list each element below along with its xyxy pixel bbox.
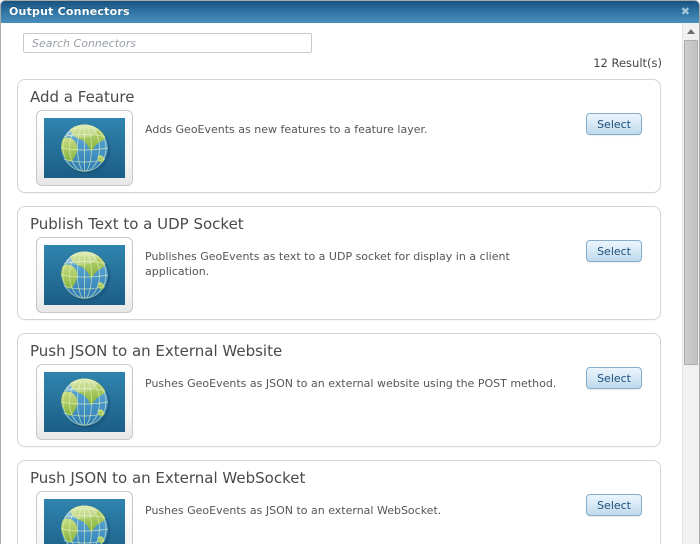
connector-title: Publish Text to a UDP Socket bbox=[30, 215, 244, 233]
scrollbar-track[interactable] bbox=[682, 23, 699, 544]
scrollbar-thumb[interactable] bbox=[684, 40, 698, 365]
globe-icon bbox=[44, 245, 125, 305]
select-button[interactable]: Select bbox=[586, 113, 642, 135]
search-input[interactable] bbox=[23, 33, 312, 53]
select-button[interactable]: Select bbox=[586, 240, 642, 262]
connector-thumbnail bbox=[36, 237, 133, 313]
select-button[interactable]: Select bbox=[586, 367, 642, 389]
globe-icon bbox=[44, 499, 125, 544]
connector-thumbnail bbox=[36, 491, 133, 544]
dialog-title: Output Connectors bbox=[9, 5, 130, 18]
globe-icon bbox=[44, 118, 125, 178]
results-count: 12 Result(s) bbox=[593, 56, 662, 70]
connector-list: Add a Feature Adds GeoEvents as new feat… bbox=[17, 79, 661, 544]
connector-description: Pushes GeoEvents as JSON to an external … bbox=[145, 377, 557, 390]
connector-title: Push JSON to an External Website bbox=[30, 342, 283, 360]
connector-title: Push JSON to an External WebSocket bbox=[30, 469, 306, 487]
dialog-titlebar[interactable]: Output Connectors ✖ bbox=[1, 1, 699, 23]
connector-title: Add a Feature bbox=[30, 88, 135, 106]
connector-description: Pushes GeoEvents as JSON to an external … bbox=[145, 504, 442, 517]
connector-card: Push JSON to an External WebSocket Pushe… bbox=[17, 460, 661, 544]
dialog-content: 12 Result(s) Add a Feature bbox=[2, 23, 682, 544]
connector-thumbnail bbox=[36, 364, 133, 440]
scrollbar-up-button[interactable] bbox=[683, 23, 699, 40]
connector-description: Adds GeoEvents as new features to a feat… bbox=[145, 123, 428, 136]
globe-icon bbox=[44, 372, 125, 432]
connector-card: Push JSON to an External Website Pushes … bbox=[17, 333, 661, 447]
output-connectors-dialog: Output Connectors ✖ 12 Result(s) Add a F… bbox=[0, 0, 700, 544]
connector-card: Publish Text to a UDP Socket Publishes G… bbox=[17, 206, 661, 320]
close-icon[interactable]: ✖ bbox=[681, 1, 690, 23]
connector-description: Publishes GeoEvents as text to a UDP soc… bbox=[145, 250, 510, 279]
scroll-up-icon bbox=[687, 29, 695, 34]
select-button[interactable]: Select bbox=[586, 494, 642, 516]
connector-thumbnail bbox=[36, 110, 133, 186]
connector-card: Add a Feature Adds GeoEvents as new feat… bbox=[17, 79, 661, 193]
